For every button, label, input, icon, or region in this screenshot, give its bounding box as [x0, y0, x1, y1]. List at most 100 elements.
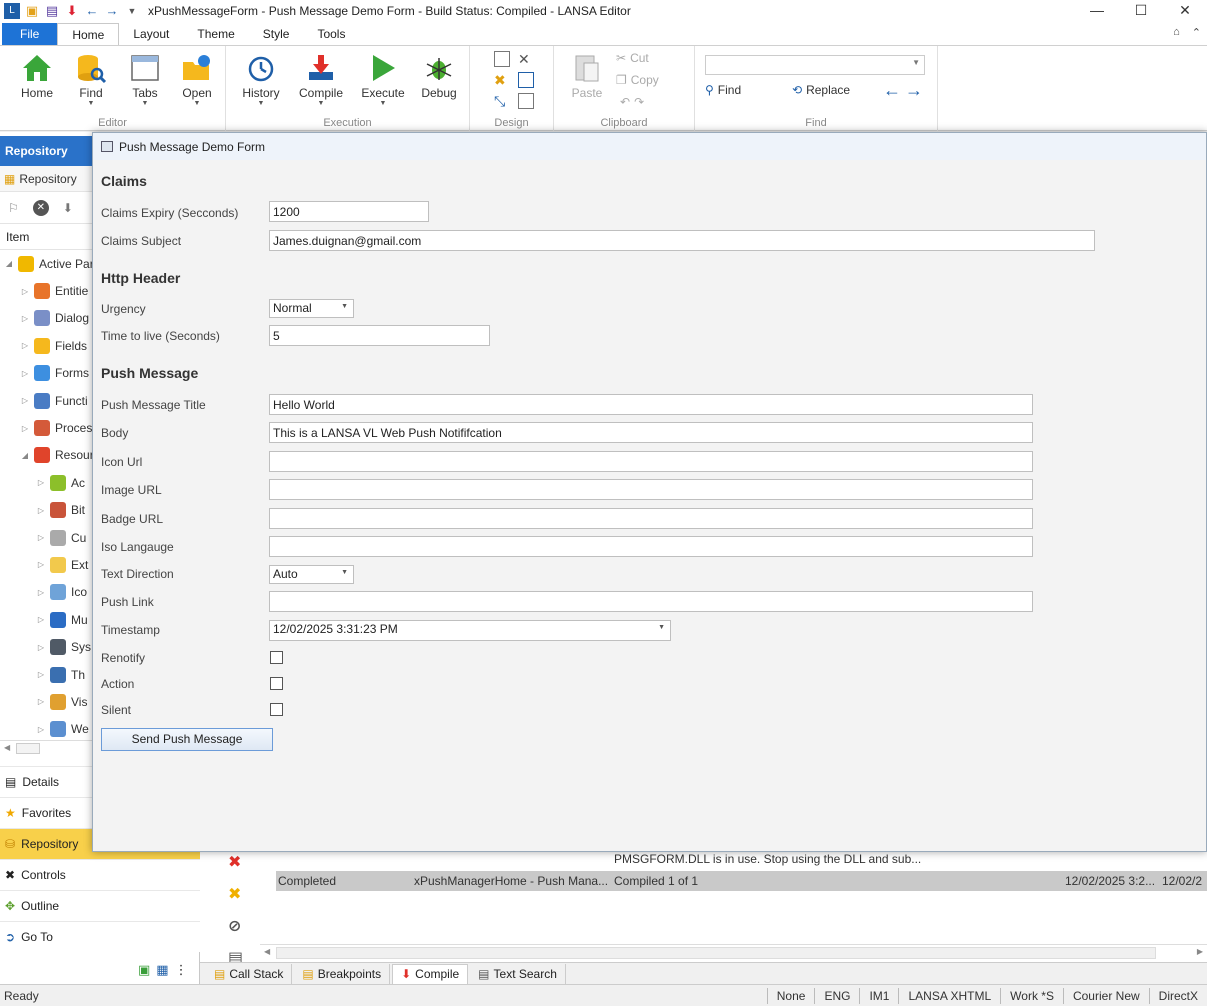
tab-text-search[interactable]: ▤ Text Search	[470, 963, 566, 984]
claims-subject-input[interactable]	[269, 230, 1095, 251]
output-row[interactable]: Completed xPushManagerHome - Push Mana..…	[276, 871, 1207, 891]
image-url-input[interactable]	[269, 479, 1033, 500]
expand-arrow-icon[interactable]: ▷	[36, 588, 46, 597]
expand-arrow-icon[interactable]: ▷	[36, 478, 46, 487]
open-button[interactable]: Open ▼	[172, 50, 222, 108]
ttl-input[interactable]	[269, 325, 490, 346]
customize-dropdown-icon[interactable]: ▼	[124, 3, 140, 19]
tab-breakpoints[interactable]: ▤ Breakpoints	[294, 963, 391, 984]
find-combo[interactable]: ▼	[705, 55, 925, 75]
home-button[interactable]: Home	[12, 50, 62, 100]
back-arrow-icon[interactable]: ←	[84, 3, 100, 19]
timestamp-picker[interactable]: 12/02/2025 3:31:23 PM ▼	[269, 620, 671, 641]
warning-icon[interactable]: ✖	[228, 883, 246, 907]
expand-arrow-icon[interactable]: ▷	[36, 670, 46, 679]
expand-arrow-icon[interactable]: ▷	[20, 287, 30, 296]
nav-outline[interactable]: ✥ Outline	[0, 890, 200, 921]
tab-style[interactable]: Style	[249, 23, 304, 45]
scroll-thumb[interactable]	[276, 947, 1156, 959]
undo-icon[interactable]: ↶	[620, 95, 630, 109]
ribbon-collapse-icon[interactable]: ⌃	[1192, 26, 1201, 39]
import-icon[interactable]: ⬇	[63, 201, 73, 215]
close-button[interactable]: ✕	[1163, 0, 1207, 22]
tab-theme[interactable]: Theme	[183, 23, 248, 45]
find-next-icon[interactable]: →	[905, 80, 923, 101]
debug-button[interactable]: Debug	[414, 50, 464, 100]
minimize-button[interactable]: —	[1075, 0, 1119, 22]
push-link-input[interactable]	[269, 591, 1033, 612]
send-push-message-button[interactable]: Send Push Message	[101, 728, 273, 751]
cut-button[interactable]: ✂ Cut	[616, 51, 649, 65]
configure-icon[interactable]: ▣	[138, 962, 150, 978]
badge-url-input[interactable]	[269, 508, 1033, 529]
design-align-icon[interactable]: ✖	[494, 72, 510, 88]
filter-icon[interactable]: ⚐	[8, 201, 19, 215]
nav-controls[interactable]: ✖ Controls	[0, 859, 200, 890]
find-button[interactable]: Find ▼	[66, 50, 116, 108]
scroll-left-icon[interactable]: ◀	[264, 947, 270, 956]
tab-call-stack[interactable]: ▤ Call Stack	[206, 963, 293, 984]
expand-arrow-icon[interactable]: ▷	[36, 697, 46, 706]
compile-button[interactable]: Compile ▼	[296, 50, 346, 108]
iso-language-input[interactable]	[269, 536, 1033, 557]
scroll-right-icon[interactable]: ▶	[1197, 947, 1203, 956]
history-button[interactable]: History ▼	[236, 50, 286, 108]
expand-arrow-icon[interactable]: ▷	[36, 725, 46, 734]
expand-arrow-icon[interactable]: ▷	[36, 506, 46, 515]
claims-expiry-input[interactable]	[269, 201, 429, 222]
disable-icon[interactable]: ⊘	[228, 915, 246, 939]
text-direction-select[interactable]: Auto ▼	[269, 565, 354, 584]
find-previous-icon[interactable]: ←	[883, 80, 901, 101]
expand-arrow-icon[interactable]: ▷	[36, 533, 46, 542]
forward-arrow-icon[interactable]: →	[104, 3, 120, 19]
ribbon-home-icon[interactable]: ⌂	[1173, 26, 1180, 39]
expand-arrow-icon[interactable]: ▷	[20, 396, 30, 405]
expand-arrow-icon[interactable]: ▷	[20, 314, 30, 323]
icon-url-input[interactable]	[269, 451, 1033, 472]
tab-layout[interactable]: Layout	[119, 23, 183, 45]
expand-arrow-icon[interactable]: ▷	[20, 341, 30, 350]
download-icon[interactable]: ⬇	[64, 3, 80, 19]
design-window-icon[interactable]	[518, 72, 534, 88]
expand-arrow-icon[interactable]: ▷	[36, 615, 46, 624]
tree-horizontal-scrollbar[interactable]: ◀	[0, 740, 96, 756]
expand-arrow-icon[interactable]: ▷	[36, 560, 46, 569]
nav-go-to[interactable]: ➲ Go To	[0, 921, 200, 952]
grid-icon[interactable]: ▦	[156, 962, 168, 978]
maximize-button[interactable]: ☐	[1119, 0, 1163, 22]
design-tools-icon[interactable]: ✕	[518, 51, 534, 67]
expand-arrow-icon[interactable]: ◢	[20, 451, 30, 460]
body-input[interactable]	[269, 422, 1033, 443]
design-resize-icon[interactable]: ⤡	[494, 93, 510, 109]
urgency-select[interactable]: Normal ▼	[269, 299, 354, 318]
design-page-icon[interactable]	[518, 93, 534, 109]
expand-arrow-icon[interactable]: ◢	[4, 259, 14, 268]
error-icon[interactable]: ✖	[228, 851, 246, 875]
output-horizontal-scrollbar[interactable]: ◀ ▶	[260, 944, 1207, 960]
redo-icon[interactable]: ↷	[634, 95, 644, 109]
expand-arrow-icon[interactable]: ▷	[36, 643, 46, 652]
undo-redo-buttons[interactable]: ↶ ↷	[620, 95, 644, 109]
tab-home[interactable]: Home	[57, 23, 120, 45]
tabs-button[interactable]: Tabs ▼	[120, 50, 170, 108]
clear-icon[interactable]: ✕	[32, 199, 49, 216]
form-title-bar[interactable]: Push Message Demo Form	[93, 133, 1206, 160]
copy-button[interactable]: ❐ Copy	[616, 73, 659, 87]
expand-arrow-icon[interactable]: ▷	[20, 424, 30, 433]
action-checkbox[interactable]	[270, 677, 283, 690]
silent-checkbox[interactable]	[270, 703, 283, 716]
scroll-thumb[interactable]	[16, 743, 40, 754]
replace-button[interactable]: ⟲ Replace	[792, 83, 850, 97]
find-text-button[interactable]: ⚲ Find	[705, 83, 741, 97]
expand-arrow-icon[interactable]: ▷	[20, 369, 30, 378]
save-icon[interactable]: ▤	[44, 3, 60, 19]
scroll-left-icon[interactable]: ◀	[4, 743, 10, 752]
push-title-input[interactable]	[269, 394, 1033, 415]
design-select-icon[interactable]	[494, 51, 510, 67]
tab-tools[interactable]: Tools	[303, 23, 359, 45]
execute-button[interactable]: Execute ▼	[358, 50, 408, 108]
tab-compile[interactable]: ⬇ Compile	[392, 963, 469, 984]
renotify-checkbox[interactable]	[270, 651, 283, 664]
more-options-icon[interactable]: ⋮	[175, 962, 188, 978]
open-folder-icon[interactable]: ▣	[24, 3, 40, 19]
